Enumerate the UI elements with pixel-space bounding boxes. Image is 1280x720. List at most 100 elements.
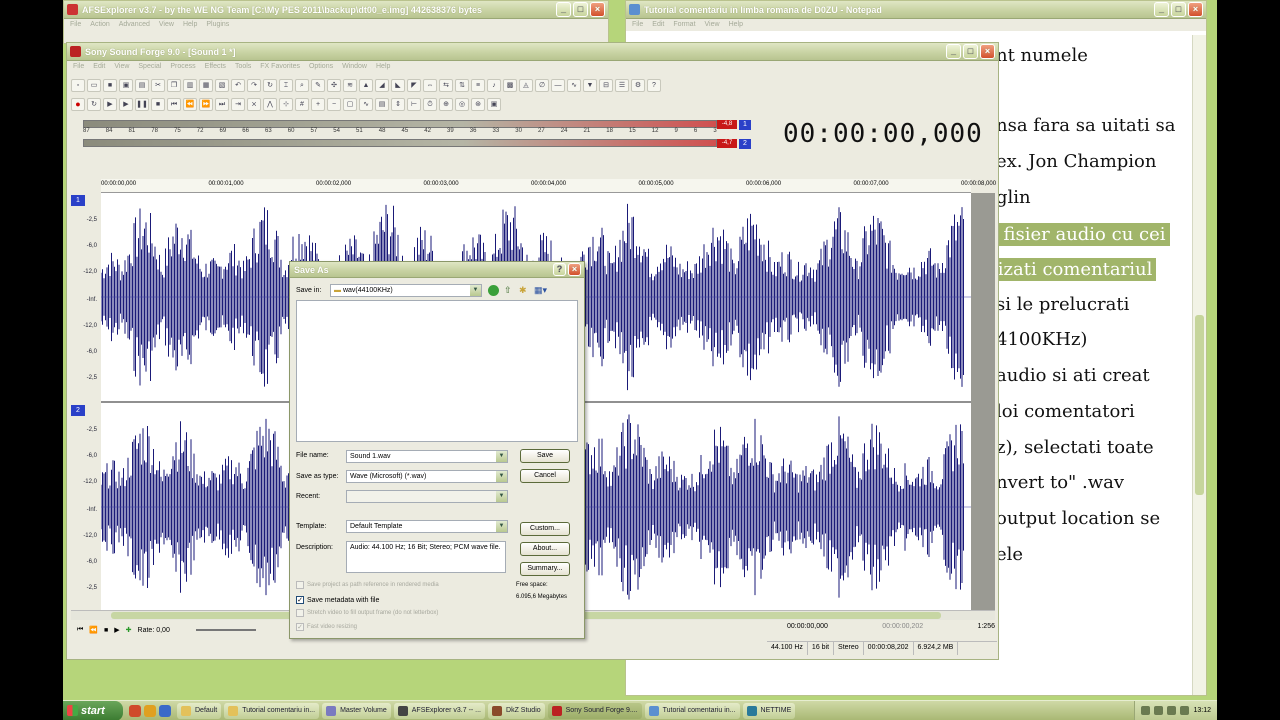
- stop-icon[interactable]: ■: [151, 97, 165, 111]
- maximize-button[interactable]: □: [1171, 2, 1186, 17]
- play-all-icon[interactable]: ▶: [103, 97, 117, 111]
- edit-tool-icon[interactable]: ⌶: [279, 78, 293, 92]
- zoom-normal-icon[interactable]: ▢: [343, 97, 357, 111]
- close-button[interactable]: ×: [1188, 2, 1203, 17]
- chevron-down-icon[interactable]: ▼: [496, 471, 507, 482]
- chevron-down-icon[interactable]: ▼: [470, 285, 481, 296]
- about-button[interactable]: About...: [520, 542, 570, 556]
- stretch-video-checkbox[interactable]: Stretch video to fill output frame (do n…: [296, 609, 438, 617]
- menu-item[interactable]: Help: [376, 61, 390, 73]
- summary-button[interactable]: Summary...: [520, 562, 570, 576]
- properties-icon[interactable]: ⚙: [631, 78, 645, 92]
- save-all-icon[interactable]: ▣: [119, 78, 133, 92]
- new-file-icon[interactable]: ▫: [71, 78, 85, 92]
- zoom-out-icon[interactable]: −: [327, 97, 341, 111]
- taskbar-item-tutorial-notepad[interactable]: Tutorial comentariu in...: [644, 702, 740, 719]
- checkbox-box[interactable]: [296, 609, 304, 617]
- playlist-icon[interactable]: ☰: [615, 78, 629, 92]
- channel-icon[interactable]: ⇕: [391, 97, 405, 111]
- template-dropdown[interactable]: Default Template ▼: [346, 520, 508, 533]
- stop-icon[interactable]: ■: [104, 627, 108, 634]
- normalize-icon[interactable]: ≋: [343, 78, 357, 92]
- save-icon[interactable]: ■: [103, 78, 117, 92]
- rate-slider[interactable]: [195, 629, 256, 631]
- dc-offset-icon[interactable]: ∿: [567, 78, 581, 92]
- fast-video-checkbox[interactable]: ✓ Fast video resizing: [296, 623, 357, 631]
- file-list[interactable]: [296, 300, 578, 442]
- spectral-view-icon[interactable]: ▤: [375, 97, 389, 111]
- pencil-tool-icon[interactable]: ✎: [311, 78, 325, 92]
- menu-item[interactable]: Process: [170, 61, 195, 73]
- maximize-button[interactable]: □: [573, 2, 588, 17]
- marker-add-icon[interactable]: ⊕: [439, 97, 453, 111]
- recent-dropdown[interactable]: ▼: [346, 490, 508, 503]
- cd-icon[interactable]: ◎: [455, 97, 469, 111]
- marker-icon[interactable]: ▼: [583, 78, 597, 92]
- save-project-checkbox[interactable]: Save project as path reference in render…: [296, 581, 439, 589]
- menu-item[interactable]: File: [632, 19, 643, 31]
- back-icon[interactable]: [488, 285, 499, 296]
- scrollbar-thumb[interactable]: [1195, 315, 1204, 495]
- go-to-start-icon[interactable]: ⏮: [77, 626, 83, 634]
- view-menu-icon[interactable]: ▦▾: [534, 285, 547, 296]
- region-icon[interactable]: ⊟: [599, 78, 613, 92]
- play-icon[interactable]: ▶: [114, 626, 119, 634]
- help-icon[interactable]: ?: [647, 78, 661, 92]
- menu-item[interactable]: Options: [309, 61, 333, 73]
- crossfade-icon[interactable]: ⨯: [247, 97, 261, 111]
- help-button[interactable]: ?: [553, 263, 566, 276]
- taskbar-item-nettime[interactable]: NETTIME: [742, 702, 796, 719]
- browser-icon[interactable]: [129, 704, 141, 717]
- menu-item[interactable]: Window: [342, 61, 367, 73]
- time-ruler[interactable]: 00:00:00,000 00:00:01,000 00:00:02,000 00:0…: [101, 179, 996, 193]
- cut-icon[interactable]: ✂: [151, 78, 165, 92]
- go-to-end-icon[interactable]: ⏭: [215, 97, 229, 111]
- menu-item[interactable]: Special: [138, 61, 161, 73]
- repeat-icon[interactable]: ↻: [263, 78, 277, 92]
- paste-icon[interactable]: ▥: [183, 78, 197, 92]
- notepad-scrollbar[interactable]: [1192, 35, 1206, 695]
- tray-app-icon[interactable]: [1141, 706, 1151, 715]
- rewind-icon[interactable]: ⏪: [183, 97, 197, 111]
- maximize-button[interactable]: □: [963, 44, 978, 59]
- afs-titlebar[interactable]: AFSExplorer v3.7 - by the WE NG Team [C:…: [64, 1, 608, 19]
- file-name-input[interactable]: Sound 1.wav ▼: [346, 450, 508, 463]
- save-as-type-dropdown[interactable]: Wave (Microsoft) (*.wav) ▼: [346, 470, 508, 483]
- menu-item[interactable]: View: [705, 19, 720, 31]
- burn-icon[interactable]: ⊛: [471, 97, 485, 111]
- close-button[interactable]: ×: [568, 263, 581, 276]
- open-folder-icon[interactable]: ▭: [87, 78, 101, 92]
- go-to-start-icon[interactable]: ⏮: [167, 97, 181, 111]
- save-button[interactable]: Save: [520, 449, 570, 463]
- save-as-dialog[interactable]: Save As ? × Save in: ▬ wav(44100KHz) ▼ ⇧…: [289, 261, 585, 639]
- minimize-button[interactable]: _: [556, 2, 571, 17]
- menu-item[interactable]: FX Favorites: [260, 61, 300, 73]
- afs-explorer-window[interactable]: AFSExplorer v3.7 - by the WE NG Team [C:…: [63, 0, 609, 44]
- wave-view-icon[interactable]: ∿: [359, 97, 373, 111]
- scrub-icon[interactable]: ⇥: [231, 97, 245, 111]
- security-icon[interactable]: [1180, 706, 1190, 715]
- menu-item[interactable]: Action: [90, 19, 109, 31]
- eq-icon[interactable]: ≡: [471, 78, 485, 92]
- notepad-titlebar[interactable]: Tutorial comentariu in limba romana de D…: [626, 1, 1206, 19]
- network-icon[interactable]: [1154, 706, 1164, 715]
- close-button[interactable]: ×: [980, 44, 995, 59]
- amplitude-icon[interactable]: ▲: [359, 78, 373, 92]
- graphic-fade-icon[interactable]: ◤: [407, 78, 421, 92]
- loop-icon[interactable]: ↻: [87, 97, 101, 111]
- event-tool-icon[interactable]: ✣: [327, 78, 341, 92]
- peak-indicator-left[interactable]: -4,8: [717, 120, 737, 129]
- taskbar-item-afsexplorer[interactable]: AFSExplorer v3.7 -- ...: [393, 702, 486, 719]
- reverse-icon[interactable]: ⇆: [439, 78, 453, 92]
- metronome-icon[interactable]: ◬: [519, 78, 533, 92]
- custom-button[interactable]: Custom...: [520, 522, 570, 536]
- menu-item[interactable]: Plugins: [206, 19, 229, 31]
- save-metadata-checkbox[interactable]: ✓ Save metadata with file: [296, 596, 379, 604]
- forward-icon[interactable]: ⏩: [199, 97, 213, 111]
- invert-icon[interactable]: ⇅: [455, 78, 469, 92]
- trim-icon[interactable]: ▧: [215, 78, 229, 92]
- magnify-tool-icon[interactable]: ⌕: [295, 78, 309, 92]
- fade-out-icon[interactable]: ◣: [391, 78, 405, 92]
- checkbox-box[interactable]: [296, 581, 304, 589]
- chevron-down-icon[interactable]: ▼: [496, 521, 507, 532]
